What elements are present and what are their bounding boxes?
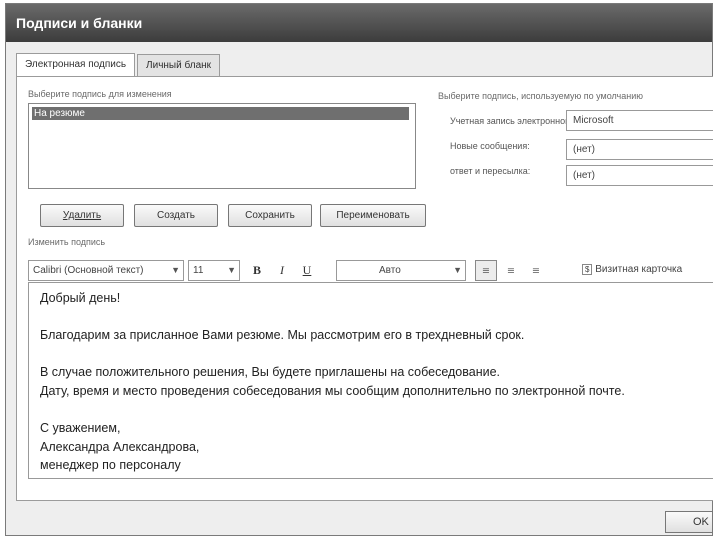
select-signature-label: Выберите подпись для изменения: [28, 89, 172, 99]
align-center-icon[interactable]: ≡: [500, 260, 522, 281]
chevron-down-icon: ▼: [453, 265, 462, 275]
business-card-icon: $: [582, 264, 593, 275]
chevron-down-icon: ▼: [227, 265, 236, 275]
create-button[interactable]: Создать: [134, 204, 218, 227]
align-right-icon[interactable]: ≡: [525, 260, 547, 281]
default-signature-label: Выберите подпись, используемую по умолча…: [438, 91, 644, 101]
font-name-select[interactable]: Calibri (Основной текст) ▼: [28, 260, 184, 281]
reply-forward-select[interactable]: (нет): [566, 165, 713, 186]
reply-forward-label: ответ и пересылка:: [450, 166, 531, 176]
rename-button[interactable]: Переименовать: [320, 204, 426, 227]
editor-line: [40, 401, 713, 420]
editor-line: [40, 345, 713, 364]
tab-email-signature[interactable]: Электронная подпись: [16, 53, 136, 77]
bold-icon[interactable]: B: [246, 260, 268, 281]
font-size-select[interactable]: 11 ▼: [188, 260, 240, 281]
save-button-label: Сохранить: [245, 210, 295, 221]
new-messages-select[interactable]: (нет): [566, 139, 713, 160]
delete-button-label: Удалить: [62, 210, 102, 221]
editor-line: Благодарим за присланное Вами резюме. Мы…: [40, 328, 525, 343]
italic-icon[interactable]: I: [271, 260, 293, 281]
tab-personal-stationery[interactable]: Личный бланк: [137, 54, 221, 76]
underline-icon[interactable]: U: [296, 260, 318, 281]
signature-list-item[interactable]: На резюме: [32, 107, 409, 120]
editor-line: Дату, время и место проведения собеседов…: [40, 383, 625, 398]
signature-list[interactable]: На резюме: [28, 103, 416, 189]
delete-button[interactable]: Удалить: [40, 204, 124, 227]
tab-email-signature-label: Электронная подпись: [25, 59, 127, 70]
email-account-select[interactable]: Microsoft: [566, 110, 713, 131]
rename-button-label: Переименовать: [336, 210, 410, 221]
align-left-icon[interactable]: ≡: [475, 260, 497, 281]
new-messages-label: Новые сообщения:: [450, 141, 530, 151]
business-card-button[interactable]: $ Визитная карточка: [578, 260, 713, 281]
editor-line: В случае положительного решения, Вы буде…: [40, 365, 501, 380]
font-color-select[interactable]: Авто ▼: [336, 260, 466, 281]
tab-personal-stationery-label: Личный бланк: [146, 60, 212, 71]
edit-signature-label: Изменить подпись: [28, 237, 106, 247]
editor-line: Александра Александрова,: [40, 439, 200, 454]
signature-editor[interactable]: Добрый день! Благодарим за присланное Ва…: [28, 282, 713, 479]
format-toolbar: Calibri (Основной текст) ▼ 11 ▼ B I U Ав…: [28, 260, 713, 282]
chevron-down-icon: ▼: [171, 265, 180, 275]
save-button[interactable]: Сохранить: [228, 204, 312, 227]
tab-strip: Электронная подпись Личный бланк: [16, 48, 222, 77]
title-bar: Подписи и бланки: [6, 4, 712, 42]
font-name-value: Calibri (Основной текст): [33, 265, 144, 276]
ok-button-label: OK: [693, 516, 709, 528]
editor-line: С уважением,: [40, 421, 121, 436]
font-color-value: Авто: [379, 265, 401, 276]
window-title: Подписи и бланки: [16, 15, 143, 31]
editor-line: [40, 308, 713, 327]
editor-line: Добрый день!: [40, 291, 121, 305]
create-button-label: Создать: [156, 210, 195, 221]
font-size-value: 11: [193, 265, 204, 276]
business-card-label: Визитная карточка: [595, 264, 683, 275]
editor-line: менеджер по персоналу: [40, 458, 181, 473]
ok-button[interactable]: OK: [665, 511, 713, 533]
